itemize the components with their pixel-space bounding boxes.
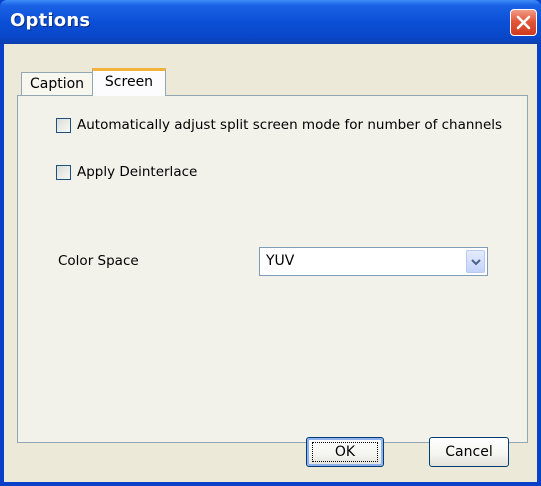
color-space-value: YUV: [266, 253, 295, 269]
dialog-body: Caption Screen Automatically adjust spli…: [4, 44, 537, 482]
close-button[interactable]: [510, 9, 537, 36]
deinterlace-label[interactable]: Apply Deinterlace: [77, 164, 197, 180]
tab-panel-screen: Automatically adjust split screen mode f…: [17, 95, 528, 443]
auto-adjust-checkbox[interactable]: [56, 117, 71, 133]
dropdown-button[interactable]: [466, 250, 485, 273]
title-bar[interactable]: Options: [0, 0, 541, 44]
deinterlace-row[interactable]: Apply Deinterlace: [56, 163, 197, 181]
auto-adjust-label[interactable]: Automatically adjust split screen mode f…: [77, 117, 502, 133]
window-title: Options: [10, 10, 91, 31]
ok-button[interactable]: OK: [306, 437, 384, 467]
cancel-label: Cancel: [445, 444, 493, 460]
chevron-down-icon: [471, 259, 481, 266]
tab-caption-label: Caption: [29, 76, 85, 92]
tab-screen[interactable]: Screen: [92, 68, 166, 96]
tab-screen-label: Screen: [104, 74, 154, 90]
tab-caption[interactable]: Caption: [21, 72, 93, 95]
cancel-button[interactable]: Cancel: [429, 437, 509, 467]
color-space-label: Color Space: [58, 253, 139, 269]
auto-adjust-row[interactable]: Automatically adjust split screen mode f…: [56, 116, 502, 134]
focus-rect: [312, 442, 378, 462]
options-dialog: Options Caption Screen Automatically adj…: [0, 0, 541, 486]
color-space-select[interactable]: YUV: [259, 247, 488, 276]
close-icon: [516, 15, 531, 30]
deinterlace-checkbox[interactable]: [56, 164, 71, 180]
